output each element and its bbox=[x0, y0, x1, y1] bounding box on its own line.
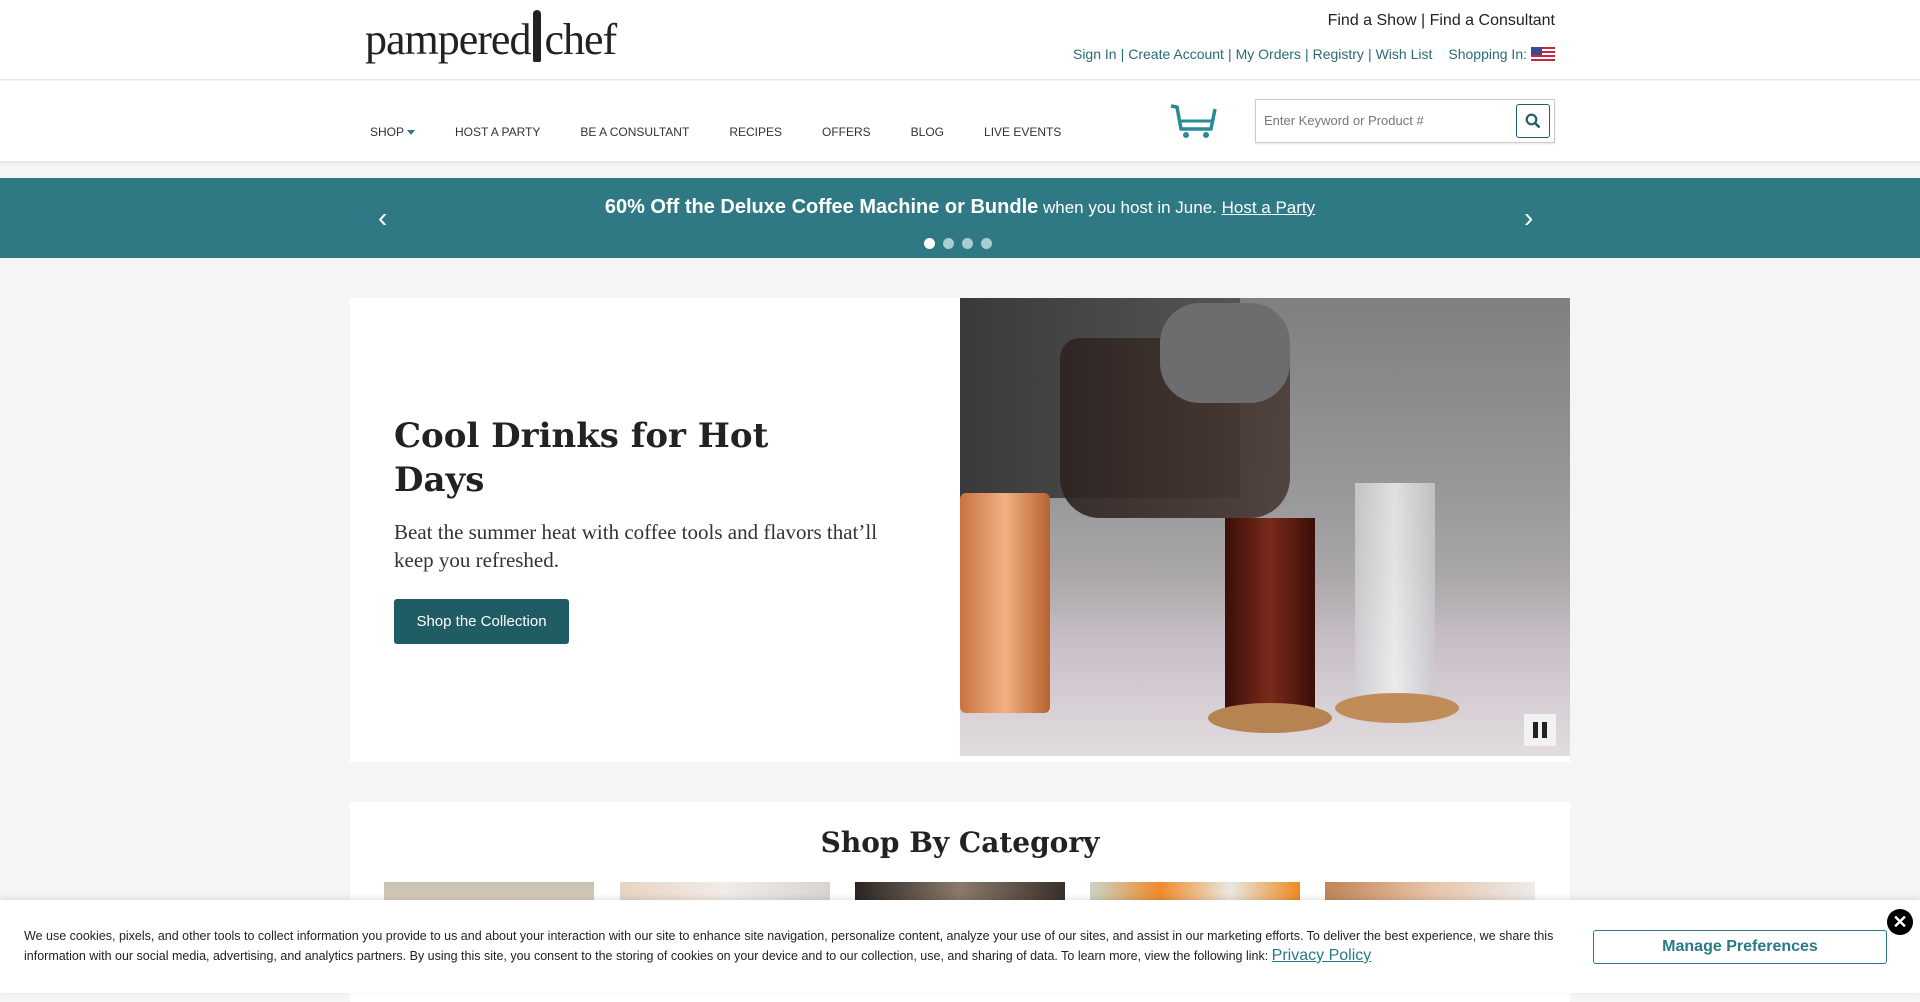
iced-coffee-glass bbox=[1225, 518, 1315, 718]
nav-host-a-party[interactable]: HOST A PARTY bbox=[455, 125, 540, 139]
category-title: Shop By Category bbox=[820, 826, 1100, 859]
slide-dot[interactable] bbox=[981, 238, 992, 249]
hero-subtitle: Beat the summer heat with coffee tools a… bbox=[394, 520, 878, 572]
nav-blog[interactable]: BLOG bbox=[911, 125, 944, 139]
host-a-party-link[interactable]: Host a Party bbox=[1222, 198, 1316, 217]
wish-list-link[interactable]: Wish List bbox=[1376, 46, 1433, 62]
pause-icon bbox=[1542, 722, 1547, 738]
chevron-right-icon[interactable]: › bbox=[1524, 204, 1533, 232]
promo-text: 60% Off the Deluxe Coffee Machine or Bun… bbox=[0, 196, 1920, 219]
logo-text: pampered bbox=[365, 15, 531, 64]
separator: | bbox=[1120, 46, 1125, 62]
nav-offers[interactable]: OFFERS bbox=[822, 125, 871, 139]
ice-glass bbox=[1355, 483, 1435, 708]
shopping-in-label: Shopping In: bbox=[1448, 46, 1527, 62]
pitcher-lid bbox=[1160, 303, 1290, 403]
nav-bar: SHOP HOST A PARTY BE A CONSULTANT RECIPE… bbox=[0, 81, 1920, 161]
promo-headline: 60% Off the Deluxe Coffee Machine or Bun… bbox=[604, 196, 1039, 218]
hero-image bbox=[960, 298, 1570, 756]
hero-title: Cool Drinks for Hot Days bbox=[394, 416, 769, 500]
nav-label: SHOP bbox=[370, 125, 405, 139]
promo-banner: ‹ 60% Off the Deluxe Coffee Machine or B… bbox=[0, 178, 1920, 258]
pause-button[interactable] bbox=[1524, 714, 1556, 746]
nav-be-a-consultant[interactable]: BE A CONSULTANT bbox=[580, 125, 689, 139]
cart-icon[interactable] bbox=[1169, 103, 1217, 139]
cookie-banner: We use cookies, pixels, and other tools … bbox=[0, 900, 1920, 993]
slide-dot[interactable] bbox=[924, 238, 935, 249]
manage-preferences-button[interactable]: Manage Preferences bbox=[1593, 930, 1887, 964]
find-show-link[interactable]: Find a Show bbox=[1328, 12, 1417, 29]
find-consultant-link[interactable]: Find a Consultant bbox=[1430, 12, 1555, 29]
privacy-policy-link[interactable]: Privacy Policy bbox=[1272, 947, 1372, 964]
search-input[interactable] bbox=[1256, 100, 1496, 140]
cookie-text: We use cookies, pixels, and other tools … bbox=[24, 926, 1554, 966]
search-icon bbox=[1525, 113, 1541, 129]
caret-down-icon bbox=[407, 129, 416, 135]
pampered-chef-logo[interactable]: pampered chef bbox=[365, 10, 617, 65]
copper-canister bbox=[960, 493, 1050, 713]
nav-live-events[interactable]: LIVE EVENTS bbox=[984, 125, 1061, 139]
registry-link[interactable]: Registry bbox=[1313, 46, 1364, 62]
pause-icon bbox=[1533, 722, 1538, 738]
search-box bbox=[1255, 99, 1555, 143]
top-header: pampered chef Find a Show | Find a Consul… bbox=[0, 0, 1920, 80]
logo-text: chef bbox=[544, 15, 617, 64]
shop-collection-button[interactable]: Shop the Collection bbox=[394, 599, 569, 644]
create-account-link[interactable]: Create Account bbox=[1128, 46, 1224, 62]
my-orders-link[interactable]: My Orders bbox=[1236, 46, 1301, 62]
cork-coaster bbox=[1208, 703, 1332, 733]
close-icon[interactable]: ✕ bbox=[1887, 909, 1913, 935]
cork-coaster bbox=[1335, 693, 1459, 723]
hero-section: Cool Drinks for Hot Days Beat the summer… bbox=[350, 298, 1570, 762]
separator: | bbox=[1367, 46, 1372, 62]
slide-dots bbox=[924, 238, 992, 249]
us-flag-icon[interactable] bbox=[1531, 46, 1555, 62]
slide-dot[interactable] bbox=[962, 238, 973, 249]
promo-detail: when you host in June. bbox=[1038, 198, 1222, 217]
search-button[interactable] bbox=[1516, 104, 1550, 138]
nav-recipes[interactable]: RECIPES bbox=[729, 125, 782, 139]
find-links: Find a Show | Find a Consultant bbox=[1328, 12, 1555, 30]
main-nav: SHOP HOST A PARTY BE A CONSULTANT RECIPE… bbox=[370, 125, 1061, 139]
slide-dot[interactable] bbox=[943, 238, 954, 249]
separator: | bbox=[1420, 12, 1426, 29]
nav-shop[interactable]: SHOP bbox=[370, 125, 416, 139]
sign-in-link[interactable]: Sign In bbox=[1073, 46, 1117, 62]
account-links: Sign In | Create Account | My Orders | Regi… bbox=[1073, 46, 1555, 62]
separator: | bbox=[1227, 46, 1232, 62]
spoon-icon bbox=[533, 10, 542, 62]
separator: | bbox=[1304, 46, 1309, 62]
